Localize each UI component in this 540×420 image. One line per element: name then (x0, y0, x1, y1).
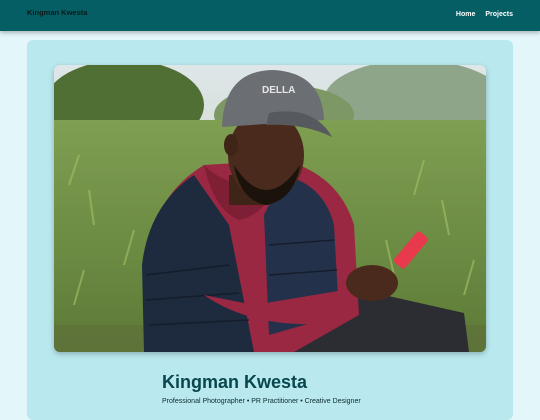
nav-links: Home Projects (456, 11, 513, 18)
profile-tagline: Professional Photographer • PR Practitio… (162, 398, 361, 405)
profile-photo: DELLA (54, 65, 486, 352)
site-brand[interactable]: Kingman Kwesta (27, 8, 87, 17)
nav-link-projects[interactable]: Projects (485, 11, 513, 18)
profile-name: Kingman Kwesta (162, 372, 308, 392)
profile-card: DELLA Kingman Kwesta Professional Photog… (27, 40, 513, 420)
nav-link-home[interactable]: Home (456, 11, 475, 18)
cap-logo-text: DELLA (262, 85, 295, 96)
top-navbar: Kingman Kwesta Home Projects (0, 0, 540, 31)
